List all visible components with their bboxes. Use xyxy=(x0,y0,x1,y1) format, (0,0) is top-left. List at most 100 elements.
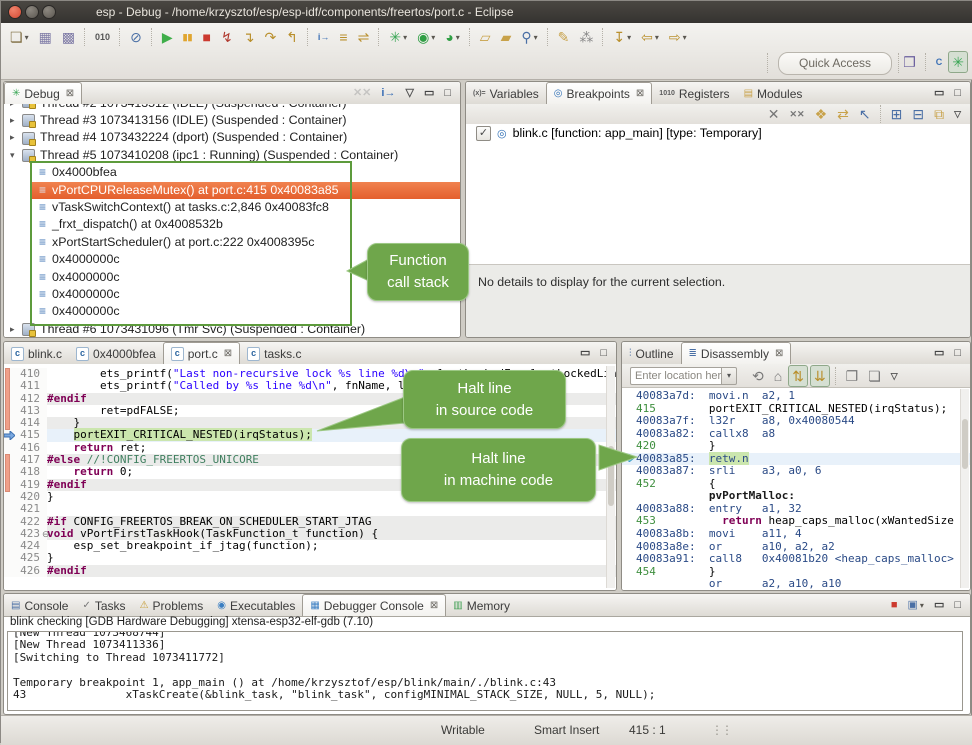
tab-breakpoints[interactable]: ◎Breakpoints⊠ xyxy=(546,82,653,104)
step-over-icon[interactable]: ↷ xyxy=(260,26,280,48)
instruction-stepping-icon[interactable]: i→ xyxy=(314,26,334,48)
location-input[interactable]: Enter location here xyxy=(630,367,722,385)
minimize-icon[interactable]: ▭ xyxy=(576,342,594,364)
skip-all-breakpoints-icon[interactable]: ⊘ xyxy=(126,26,146,48)
view-menu-icon[interactable]: ▽ xyxy=(401,82,417,104)
tab-tasks[interactable]: ✓Tasks xyxy=(75,595,132,616)
sync-with-active-context-icon[interactable]: ⇅ xyxy=(788,365,808,387)
step-return-icon[interactable]: ↰ xyxy=(282,26,302,48)
tree-twisty-icon[interactable]: ▾ xyxy=(10,147,22,164)
minimize-icon[interactable]: ▭ xyxy=(420,82,438,104)
remove-all-terminated-icon[interactable]: ✕✕ xyxy=(349,82,375,104)
tab-problems[interactable]: ⚠Problems xyxy=(133,595,211,616)
close-tab-icon[interactable]: ⊠ xyxy=(224,348,232,359)
search-icon[interactable]: ⚲▾ xyxy=(517,26,541,48)
debug-perspective-icon[interactable]: ✳ xyxy=(948,51,968,73)
close-tab-icon[interactable]: ⊠ xyxy=(636,88,644,99)
tab-blink-c[interactable]: cblink.c xyxy=(4,343,69,364)
external-tools-dropdown-icon[interactable]: ▾ xyxy=(456,33,460,42)
suspend-icon[interactable]: ▮▮ xyxy=(179,26,197,48)
maximize-icon[interactable]: □ xyxy=(440,82,455,104)
maximize-icon[interactable]: □ xyxy=(950,82,965,104)
stack-frame-row[interactable]: ≡vPortCPUReleaseMutex() at port.c:415 0x… xyxy=(31,182,460,199)
minimize-icon[interactable]: ▭ xyxy=(930,594,948,616)
tab-tasks-c[interactable]: ctasks.c xyxy=(240,343,308,364)
close-window-button[interactable] xyxy=(8,5,22,19)
tab-port-c[interactable]: cport.c⊠ xyxy=(163,342,240,364)
home-icon[interactable]: ⌂ xyxy=(770,365,786,387)
tab-memory[interactable]: ▥Memory xyxy=(446,595,517,616)
last-edit-location-icon[interactable]: ↧▾ xyxy=(609,26,635,48)
disassembly-scrollbar[interactable] xyxy=(960,389,969,588)
close-tab-icon[interactable]: ⊠ xyxy=(775,348,783,359)
back-dropdown-icon[interactable]: ▾ xyxy=(655,33,659,42)
new-dropdown-icon[interactable]: ▾ xyxy=(25,33,29,42)
tab-console[interactable]: ▤Console xyxy=(4,595,75,616)
show-debug-sources-icon[interactable]: ≡ xyxy=(335,26,351,48)
save-icon[interactable]: ▦ xyxy=(35,26,56,48)
close-tab-icon[interactable]: ⊠ xyxy=(430,600,438,611)
tab-registers[interactable]: 1010Registers xyxy=(652,83,736,104)
debug-icon[interactable]: ✳▾ xyxy=(385,26,411,48)
thread-row[interactable]: ▸Thread #4 1073432224 (dport) (Suspended… xyxy=(4,129,460,146)
thread-row[interactable]: ▸Thread #6 1073431096 (Tmr Svc) (Suspend… xyxy=(4,321,460,337)
console-output[interactable]: [New Thread 1073468744] [New Thread 1073… xyxy=(7,631,963,711)
remove-all-breakpoints-icon[interactable]: ✕✕ xyxy=(785,103,808,125)
breakpoint-checkbox[interactable]: ✓ xyxy=(476,126,491,141)
stack-frame-row[interactable]: ≡0x4000bfea xyxy=(31,164,460,181)
view-menu-icon[interactable]: ▽ xyxy=(887,365,902,387)
run-icon[interactable]: ◉▾ xyxy=(413,26,439,48)
breakpoint-row[interactable]: ✓ ◎ blink.c [function: app_main] [type: … xyxy=(466,124,970,142)
mark-occurrences-icon[interactable]: ✎ xyxy=(554,26,574,48)
debug-dropdown-icon[interactable]: ▾ xyxy=(403,33,407,42)
terminate-icon[interactable]: ■ xyxy=(199,26,215,48)
search-dropdown-icon[interactable]: ▾ xyxy=(534,33,538,42)
show-breakpoints-supported-icon[interactable]: ❖ xyxy=(811,103,832,125)
open-resource-icon[interactable]: ▰ xyxy=(497,26,516,48)
display-selected-console-dropdown-icon[interactable]: ▾ xyxy=(920,601,924,610)
stack-frame-row[interactable]: ≡vTaskSwitchContext() at tasks.c:2,846 0… xyxy=(31,199,460,216)
editor-scrollbar[interactable] xyxy=(606,366,615,588)
location-dropdown-icon[interactable]: ▾ xyxy=(722,367,737,385)
use-step-filters-icon[interactable]: ⇌ xyxy=(354,26,374,48)
tab-0x4000bfea[interactable]: c0x4000bfea xyxy=(69,343,163,364)
tab-variables[interactable]: (x)=Variables xyxy=(466,83,546,104)
go-to-file-for-breakpoint-icon[interactable]: ⇄ xyxy=(833,103,853,125)
fold-marker-icon[interactable]: ⊖ xyxy=(42,530,50,539)
tree-twisty-icon[interactable]: ▸ xyxy=(10,112,22,129)
thread-row[interactable]: ▸Thread #2 1073413512 (IDLE) (Suspended … xyxy=(4,104,460,112)
tree-twisty-icon[interactable]: ▸ xyxy=(10,104,22,112)
stack-frame-row[interactable]: ≡_frxt_dispatch() at 0x4008532b xyxy=(31,216,460,233)
tab-debugger-console[interactable]: ▦Debugger Console⊠ xyxy=(302,594,446,616)
view-menu-icon[interactable]: ▽ xyxy=(950,103,965,125)
run-dropdown-icon[interactable]: ▾ xyxy=(431,33,435,42)
skip-all-breakpoints-icon[interactable]: ↖ xyxy=(855,103,875,125)
line-number[interactable]: 411 xyxy=(4,380,47,392)
pin-view-icon[interactable]: ❏ xyxy=(864,365,885,387)
open-element-icon[interactable]: ▱ xyxy=(476,26,495,48)
collapse-all-icon[interactable]: ⊟ xyxy=(908,103,928,125)
tree-twisty-icon[interactable]: ▸ xyxy=(10,321,22,337)
stack-frame-row[interactable]: ≡0x4000000c xyxy=(31,303,460,320)
maximize-icon[interactable]: □ xyxy=(950,594,965,616)
cpp-perspective-icon[interactable]: C xyxy=(932,51,947,73)
annotations-icon[interactable]: ⁂ xyxy=(575,26,597,48)
track-current-instruction-icon[interactable]: ⇊ xyxy=(810,365,830,387)
line-number[interactable]: 418 xyxy=(4,466,47,478)
last-edit-location-dropdown-icon[interactable]: ▾ xyxy=(627,33,631,42)
minimize-window-button[interactable] xyxy=(25,5,39,19)
forward-icon[interactable]: ⇨▾ xyxy=(665,26,691,48)
instruction-stepping-mode-icon[interactable]: i→ xyxy=(377,82,399,104)
save-all-icon[interactable]: ▩ xyxy=(58,26,79,48)
close-tab-icon[interactable]: ⊠ xyxy=(66,88,74,99)
tree-twisty-icon[interactable]: ▸ xyxy=(10,129,22,146)
open-new-view-icon[interactable]: ❐ xyxy=(842,365,863,387)
disconnect-icon[interactable]: ↯ xyxy=(217,26,237,48)
link-with-debug-view-icon[interactable]: ⧉ xyxy=(930,103,948,125)
maximize-icon[interactable]: □ xyxy=(596,342,611,364)
line-number[interactable]: 426 xyxy=(4,565,47,577)
terminate-icon[interactable]: ■ xyxy=(887,594,902,616)
disassembly-listing[interactable]: 40083a7d: movi.n a2, 1415 portEXIT_CRITI… xyxy=(622,388,970,590)
tab-executables[interactable]: ◉Executables xyxy=(210,595,302,616)
thread-row[interactable]: ▾Thread #5 1073410208 (ipc1 : Running) (… xyxy=(4,147,460,164)
